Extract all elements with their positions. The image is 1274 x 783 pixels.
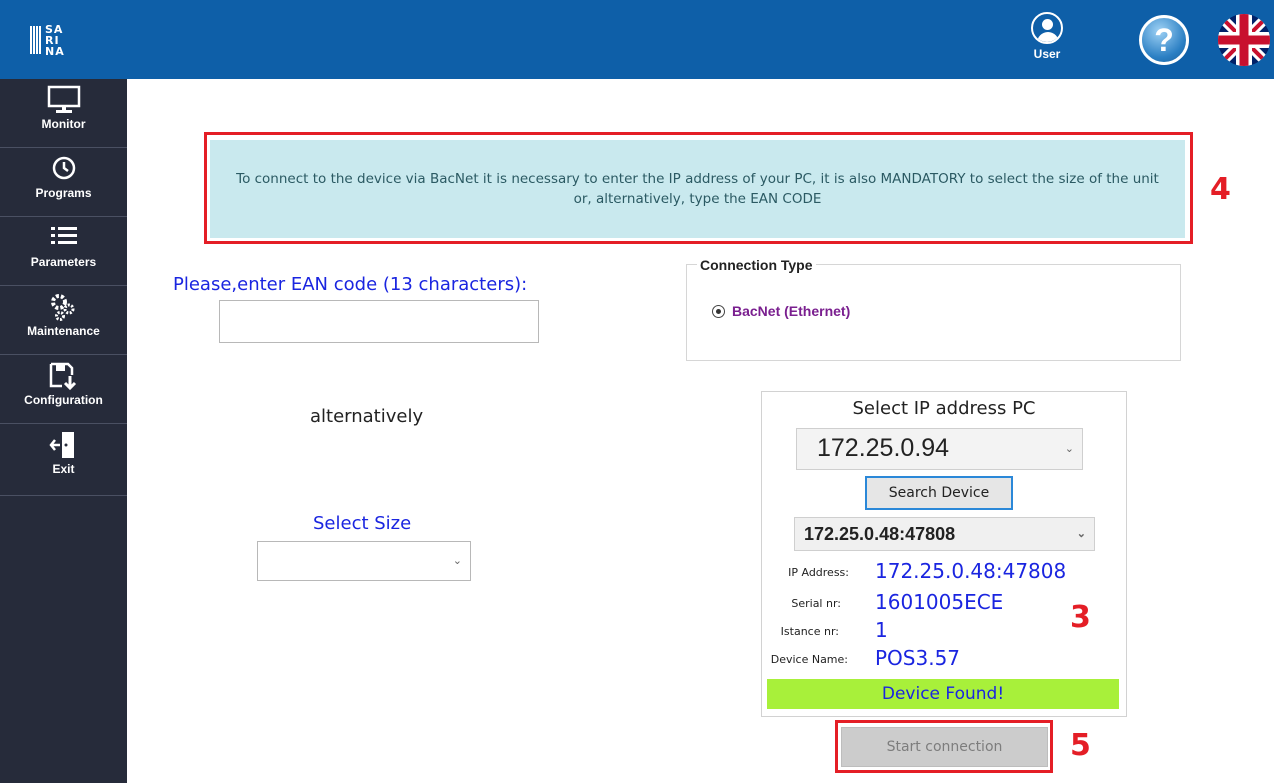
user-button[interactable]: User: [1022, 12, 1072, 74]
exit-door-icon: [0, 424, 127, 462]
sidebar-item-label: Configuration: [24, 393, 103, 407]
device-select[interactable]: 172.25.0.48:47808 ⌄: [794, 517, 1095, 551]
sidebar-item-exit[interactable]: Exit: [0, 424, 127, 496]
uk-flag-icon[interactable]: [1218, 14, 1270, 66]
ean-input[interactable]: [219, 300, 539, 343]
size-label: Select Size: [313, 513, 412, 534]
device-select-value: 172.25.0.48:47808: [804, 524, 956, 544]
gears-icon: [0, 286, 127, 324]
sidebar-item-label: Maintenance: [27, 324, 100, 338]
device-found-status: Device Found!: [767, 679, 1119, 709]
sidebar-item-label: Monitor: [41, 117, 86, 131]
list-icon: [0, 217, 127, 255]
ip-panel-title: Select IP address PC: [852, 398, 1036, 419]
bacnet-radio-option[interactable]: BacNet (Ethernet): [712, 303, 850, 319]
logo-text: SA RI NA: [45, 23, 65, 58]
sidebar-item-label: Parameters: [30, 255, 97, 269]
sidebar-item-parameters[interactable]: Parameters: [0, 217, 127, 286]
ip-address-label: IP Address:: [788, 566, 849, 579]
start-connection-button[interactable]: Start connection: [841, 727, 1048, 767]
sidebar-item-label: Exit: [52, 462, 75, 476]
user-label: User: [1033, 47, 1061, 61]
help-icon[interactable]: ?: [1139, 15, 1189, 65]
chevron-down-icon: ⌄: [452, 553, 462, 567]
alternatively-label: alternatively: [310, 406, 424, 427]
ip-address-value: 172.25.0.48:47808: [875, 559, 1067, 583]
clock-icon: [0, 148, 127, 186]
pc-ip-select[interactable]: 172.25.0.94 ⌄: [796, 428, 1083, 470]
user-icon: [1031, 12, 1063, 44]
size-select[interactable]: ⌄: [257, 541, 471, 581]
bacnet-radio-label: BacNet (Ethernet): [732, 303, 851, 319]
logo-bars: [30, 26, 42, 54]
sarina-logo: SA RI NA: [30, 24, 120, 60]
highlight-box-banner: [204, 132, 1193, 244]
chevron-down-icon: ⌄: [1076, 527, 1086, 540]
annotation-marker-5: 5: [1070, 728, 1091, 763]
sidebar-item-programs[interactable]: Programs: [0, 148, 127, 217]
serial-number-value: 1601005ECE: [875, 590, 1004, 614]
sidebar: Monitor Programs Parameters Maintenance …: [0, 79, 127, 783]
instance-number-label: Istance nr:: [780, 625, 839, 638]
sidebar-item-label: Programs: [35, 186, 92, 200]
sidebar-item-maintenance[interactable]: Maintenance: [0, 286, 127, 355]
connection-type-title: Connection Type: [697, 257, 816, 273]
serial-number-label: Serial nr:: [791, 597, 841, 610]
annotation-marker-4: 4: [1210, 172, 1231, 207]
annotation-marker-3: 3: [1070, 600, 1091, 635]
chevron-down-icon: ⌄: [1064, 442, 1074, 455]
top-bar: SA RI NA User ?: [0, 0, 1274, 79]
sidebar-item-monitor[interactable]: Monitor: [0, 79, 127, 148]
radio-button-selected[interactable]: [712, 304, 725, 318]
instance-number-value: 1: [875, 618, 888, 642]
pc-ip-value: 172.25.0.94: [817, 434, 950, 462]
save-download-icon: [0, 355, 127, 393]
device-name-value: POS3.57: [875, 646, 961, 670]
device-name-label: Device Name:: [770, 653, 848, 666]
search-device-button[interactable]: Search Device: [865, 476, 1013, 510]
monitor-icon: [0, 79, 127, 117]
ean-label: Please,enter EAN code (13 characters):: [173, 274, 528, 295]
sidebar-item-configuration[interactable]: Configuration: [0, 355, 127, 424]
